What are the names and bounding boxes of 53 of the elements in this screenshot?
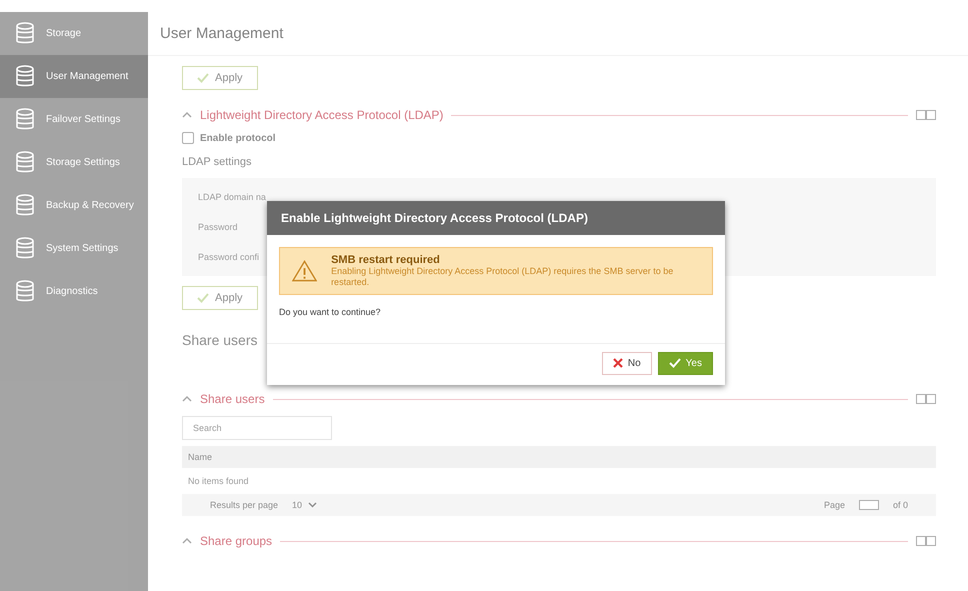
sidebar-item[interactable]: Storage Settings [0, 141, 148, 184]
field-label: Password confi [198, 252, 260, 262]
page-title: User Management [148, 12, 968, 56]
sidebar-item[interactable]: System Settings [0, 227, 148, 270]
chevron-icon[interactable] [182, 537, 192, 545]
database-icon [14, 280, 36, 304]
field-label: Password [198, 222, 238, 232]
yes-button[interactable]: Yes [658, 352, 713, 375]
sidebar-item[interactable]: Failover Settings [0, 98, 148, 141]
check-icon [197, 293, 209, 303]
checkbox-label: Enable protocol [200, 132, 276, 144]
expand-collapse-icon[interactable] [916, 536, 936, 546]
check-icon [197, 73, 209, 83]
checkbox[interactable] [182, 132, 194, 144]
results-label: Results per page [210, 500, 278, 510]
chevron-down-icon [308, 502, 318, 508]
sidebar-item[interactable]: Diagnostics [0, 270, 148, 313]
page-input[interactable] [858, 500, 879, 510]
expand-collapse-icon[interactable] [916, 394, 936, 404]
expand-collapse-icon[interactable] [916, 110, 936, 120]
chevron-icon[interactable] [182, 111, 192, 119]
chevron-icon[interactable] [182, 395, 192, 403]
database-icon [14, 194, 36, 218]
sidebar-item[interactable]: Backup & Recovery [0, 184, 148, 227]
section-title: Lightweight Directory Access Protocol (LDAP) [200, 108, 444, 122]
dialog-title: Enable Lightweight Directory Access Protocol (LDAP) [267, 201, 725, 235]
database-icon [14, 64, 36, 88]
section-title: Share users [200, 392, 265, 406]
sidebar-item[interactable]: Storage [0, 12, 148, 55]
dialog-question: Do you want to continue? [267, 294, 725, 344]
database-icon [14, 22, 36, 46]
database-icon [14, 150, 36, 174]
warning-icon [292, 260, 318, 282]
database-icon [14, 236, 36, 260]
apply-button[interactable]: Apply [182, 66, 258, 90]
section-title: Share groups [200, 534, 272, 548]
search-field[interactable]: Search [182, 416, 332, 440]
database-icon [14, 108, 36, 132]
sidebar-item[interactable]: User Management [0, 55, 148, 98]
page-label: Page [824, 500, 845, 510]
section-heading: Share users [182, 332, 258, 348]
per-page-select[interactable]: 10 [292, 500, 318, 510]
column-header: Name [182, 446, 936, 468]
no-button[interactable]: No [602, 352, 652, 375]
empty-message: No items found [187, 475, 250, 488]
apply-button[interactable]: Apply [182, 286, 258, 310]
warning-text: Enabling Lightweight Directory Access Protocol (LDAP) requires the SMB server to be restarted. [331, 266, 674, 288]
field-label: LDAP domain na [198, 192, 266, 202]
check-icon [668, 358, 681, 368]
page-count: of 0 [892, 500, 908, 510]
warning-title: SMB restart required [331, 254, 441, 266]
settings-title: LDAP settings [182, 156, 252, 168]
close-icon [612, 358, 623, 368]
